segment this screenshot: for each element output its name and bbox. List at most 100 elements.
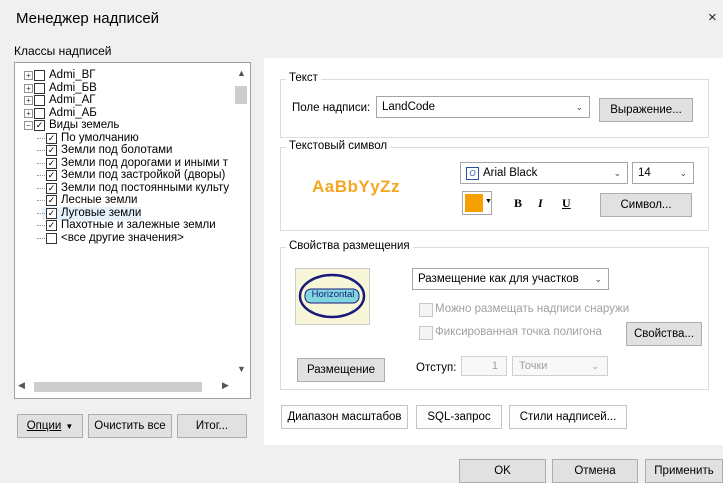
tree-item-label: Земли под застройкой (дворы) <box>61 169 226 181</box>
tree-item-checkbox[interactable]: ✓ <box>46 157 57 169</box>
text-symbol-legend: Текстовый символ <box>286 140 391 152</box>
tree-item[interactable]: ✓ Земли под постоянными культу <box>37 181 230 195</box>
tree-connector <box>37 137 45 139</box>
font-icon: O <box>466 167 479 180</box>
ok-button[interactable]: OK <box>459 459 546 483</box>
label-classes-tree[interactable]: + Admi_ВГ + Admi_БВ + Admi_АГ + Admi_АБ − ✓ Виды з… <box>14 62 251 399</box>
font-value: Arial Black <box>483 167 538 179</box>
tree-item-label: Admi_АБ <box>49 106 97 119</box>
properties-button[interactable]: Свойства... <box>626 322 702 346</box>
clear-all-button[interactable]: Очистить все <box>88 414 172 438</box>
sql-query-button[interactable]: SQL-запрос <box>416 405 502 429</box>
tree-item[interactable]: + Admi_ВГ <box>24 69 96 82</box>
tree-item-checkbox[interactable]: ✓ <box>46 132 57 144</box>
tree-item-checkbox[interactable] <box>34 95 45 106</box>
tree-connector <box>37 150 45 151</box>
expand-icon[interactable]: + <box>24 83 33 93</box>
expand-icon[interactable]: + <box>24 96 33 105</box>
tree-item[interactable]: + Admi_БВ <box>24 82 97 95</box>
placement-button[interactable]: Размещение <box>297 358 385 382</box>
tree-item[interactable]: + Admi_АГ <box>24 94 96 107</box>
chevron-down-icon: ⌄ <box>594 274 602 284</box>
tree-item-label: Земли под дорогами и иными т <box>61 156 229 169</box>
tree-connector <box>37 162 45 164</box>
italic-button[interactable]: I <box>538 196 543 211</box>
offset-label: Отступ: <box>416 362 457 374</box>
scroll-thumb[interactable] <box>235 86 247 104</box>
tree-connector <box>37 200 45 201</box>
scroll-up-icon[interactable]: ▲ <box>237 68 246 78</box>
options-button-label: Опции <box>26 420 62 432</box>
fill-color-button[interactable]: ▼ <box>462 191 492 215</box>
fill-color-swatch <box>465 194 483 212</box>
tree-item[interactable]: ✓ Земли под застройкой (дворы) <box>37 169 226 182</box>
outside-checkbox[interactable] <box>419 303 433 317</box>
tree-item[interactable]: <все другие значения> <box>37 232 184 245</box>
class-properties-panel: Текст Поле надписи: LandCode ⌄ Выражение… <box>264 58 723 445</box>
tree-item[interactable]: ✓ Луговые земли <box>37 206 142 220</box>
units-value: Точки <box>519 360 548 372</box>
window-title: Менеджер надписей <box>16 10 160 27</box>
font-select[interactable]: O Arial Black ⌄ <box>460 162 628 184</box>
scroll-thumb-horizontal[interactable] <box>34 382 202 392</box>
tree-connector <box>37 212 45 214</box>
tree-item-label: Admi_ВГ <box>49 69 96 81</box>
chevron-down-icon: ⌄ <box>575 102 583 112</box>
tree-connector <box>37 225 45 226</box>
tree-vertical-scrollbar[interactable]: ▲ ▼ <box>234 68 248 376</box>
collapse-icon[interactable]: − <box>24 121 33 130</box>
tree-item-checkbox[interactable] <box>46 232 57 244</box>
placement-preview: Horizontal <box>295 268 370 325</box>
text-group-legend: Текст <box>286 72 321 84</box>
tree-item[interactable]: ✓ Земли под болотами <box>37 144 173 157</box>
tree-item-checkbox[interactable]: ✓ <box>46 207 57 219</box>
expand-icon[interactable]: + <box>24 71 33 80</box>
bold-button[interactable]: B <box>514 196 522 211</box>
tree-item-checkbox[interactable]: ✓ <box>46 182 57 194</box>
tree-item-label: Земли под болотами <box>61 144 173 156</box>
tree-item-checkbox[interactable]: ✓ <box>46 195 57 206</box>
tree-item-checkbox[interactable] <box>34 82 45 94</box>
scroll-down-icon[interactable]: ▼ <box>237 364 246 374</box>
tree-item[interactable]: ✓ Лесные земли <box>37 194 137 207</box>
tree-item-checkbox[interactable]: ✓ <box>34 120 45 131</box>
tree-item[interactable]: ✓ Земли под дорогами и иными т <box>37 156 229 170</box>
label-styles-button[interactable]: Стили надписей... <box>509 405 627 429</box>
summary-button[interactable]: Итог... <box>177 414 247 438</box>
units-select[interactable]: Точки ⌄ <box>512 356 608 376</box>
chevron-down-icon: ▼ <box>485 198 492 205</box>
underline-button[interactable]: U <box>562 196 571 211</box>
tree-item[interactable]: − ✓ Виды земель <box>24 119 119 132</box>
expand-icon[interactable]: + <box>24 108 33 118</box>
expression-button[interactable]: Выражение... <box>599 98 693 122</box>
tree-item-checkbox[interactable] <box>34 70 45 81</box>
tree-connector <box>37 187 45 189</box>
tree-item-label: Земли под постоянными культу <box>61 181 230 194</box>
options-button[interactable]: Опции ▼ <box>17 414 83 438</box>
tree-item-checkbox[interactable] <box>34 107 45 119</box>
tree-item[interactable]: + Admi_АБ <box>24 107 97 120</box>
font-size-select[interactable]: 14 ⌄ <box>632 162 694 184</box>
outside-label: Можно размещать надписи снаружи <box>435 303 630 315</box>
scale-range-button[interactable]: Диапазон масштабов <box>281 405 408 429</box>
scroll-right-icon[interactable]: ▶ <box>222 380 229 391</box>
close-icon[interactable]: × <box>708 9 717 26</box>
cancel-button[interactable]: Отмена <box>552 459 638 483</box>
placement-mode-select[interactable]: Размещение как для участков ⌄ <box>412 268 609 290</box>
label-field-select[interactable]: LandCode ⌄ <box>376 96 590 118</box>
offset-input[interactable]: 1 <box>461 356 507 376</box>
tree-item-checkbox[interactable]: ✓ <box>46 145 57 156</box>
tree-item[interactable]: ✓ По умолчанию <box>37 132 139 145</box>
apply-button[interactable]: Применить <box>645 459 723 483</box>
tree-item-checkbox[interactable]: ✓ <box>46 220 57 231</box>
symbol-button[interactable]: Символ... <box>600 193 692 217</box>
tree-item[interactable]: ✓ Пахотные и залежные земли <box>37 219 216 232</box>
offset-value: 1 <box>491 360 498 372</box>
tree-horizontal-scrollbar[interactable]: ◀ ▶ <box>18 380 234 394</box>
fixed-point-checkbox[interactable] <box>419 326 433 340</box>
chevron-down-icon: ▼ <box>65 421 74 431</box>
scroll-left-icon[interactable]: ◀ <box>18 380 25 391</box>
chevron-down-icon: ⌄ <box>679 168 687 178</box>
tree-item-label: Луговые земли <box>61 206 142 219</box>
tree-item-checkbox[interactable]: ✓ <box>46 170 57 181</box>
